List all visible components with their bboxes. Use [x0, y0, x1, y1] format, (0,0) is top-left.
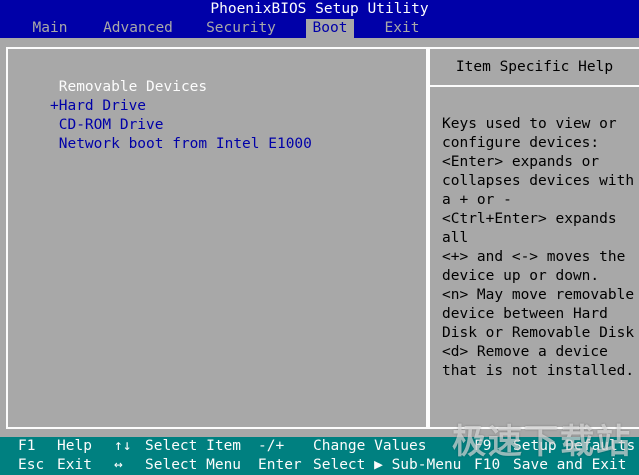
help-line: collapses devices with — [442, 173, 635, 189]
watermark-logo: 极速下载站 — [452, 422, 632, 462]
help-title-divider — [428, 85, 639, 87]
help-line: that is not installed. — [442, 363, 635, 379]
key-f1: F1 — [18, 438, 36, 454]
help-line: <d> Remove a device — [442, 344, 608, 360]
help-line: all — [442, 230, 469, 246]
help-line: a + or - — [442, 192, 512, 208]
help-line: Keys used to view or — [442, 116, 617, 132]
help-title: Item Specific Help — [455, 59, 614, 75]
key-enter-desc: Select ▶ Sub-Menu — [313, 457, 462, 473]
menu-advanced[interactable]: Advanced — [100, 19, 176, 38]
key-up-down-desc: Select Item — [145, 438, 242, 454]
help-line: configure devices: — [442, 135, 600, 151]
help-line: device up or down. — [442, 268, 600, 284]
key-left-right-arrows: ↔ — [114, 457, 123, 473]
menu-bar: Main Advanced Security Boot Exit — [0, 19, 639, 38]
help-line: device between Hard — [442, 306, 608, 322]
key-f1-desc: Help — [57, 438, 92, 454]
help-line: <Ctrl+Enter> expands — [442, 211, 617, 227]
key-esc: Esc — [18, 457, 45, 473]
menu-main[interactable]: Main — [24, 19, 76, 38]
menu-boot[interactable]: Boot — [306, 19, 354, 38]
key-enter: Enter — [258, 457, 302, 473]
bios-title-bar: PhoenixBIOS Setup Utility — [0, 0, 639, 19]
boot-item-hard-drive[interactable]: +Hard Drive — [50, 97, 312, 116]
key-esc-desc: Exit — [57, 457, 92, 473]
key-left-right-desc: Select Menu — [145, 457, 242, 473]
boot-item-network-boot[interactable]: Network boot from Intel E1000 — [50, 135, 312, 154]
help-line: Disk or Removable Disk — [442, 325, 635, 341]
main-panel: Removable Devices +Hard Drive CD-ROM Dri… — [0, 38, 639, 432]
boot-item-cdrom-drive[interactable]: CD-ROM Drive — [50, 116, 312, 135]
key-minus-plus: -/+ — [258, 438, 285, 454]
menu-exit[interactable]: Exit — [378, 19, 426, 38]
help-text: Keys used to view or configure devices: … — [442, 115, 634, 381]
boot-item-removable-devices[interactable]: Removable Devices — [50, 78, 312, 97]
help-line: <+> and <-> moves the — [442, 249, 626, 265]
key-up-down-arrows: ↑↓ — [114, 438, 132, 454]
boot-priority-list: Removable Devices +Hard Drive CD-ROM Dri… — [50, 78, 312, 154]
menu-security[interactable]: Security — [202, 19, 280, 38]
bios-title: PhoenixBIOS Setup Utility — [210, 1, 429, 17]
help-line: <n> May move removable — [442, 287, 635, 303]
help-line: <Enter> expands or — [442, 154, 600, 170]
key-minus-plus-desc: Change Values — [313, 438, 427, 454]
